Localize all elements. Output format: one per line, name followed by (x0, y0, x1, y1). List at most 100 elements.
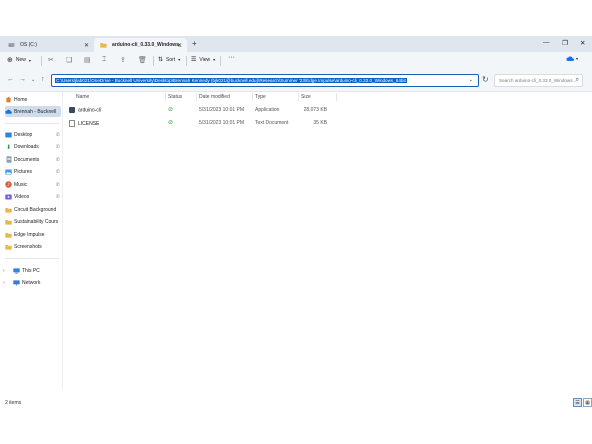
minimize-icon[interactable]: — (543, 39, 550, 46)
sidebar-item-screenshots[interactable]: Screenshots (5, 242, 61, 253)
sidebar-item-this-pc[interactable]: This PC (13, 265, 61, 276)
sort-button[interactable]: ⇅ Sort ▾ (158, 56, 181, 64)
cut-icon[interactable]: ✂ (48, 56, 54, 64)
paste-icon[interactable]: ▤ (84, 56, 91, 64)
pin-icon[interactable]: ✆ (56, 182, 60, 188)
sort-icon: ⇅ (158, 57, 164, 63)
address-bar[interactable]: C:\Users\jlab021\OneDrive - Bucknell Uni… (51, 74, 479, 87)
sidebar-item-home[interactable]: Home (5, 94, 61, 105)
refresh-icon[interactable]: ↻ (482, 75, 489, 84)
folder-icon (100, 42, 107, 48)
sidebar-item-desktop[interactable]: Desktop ✆ (5, 129, 61, 140)
close-window-icon[interactable]: ✕ (580, 39, 585, 47)
chevron-down-icon: ▾ (28, 57, 31, 63)
tab-os-drive[interactable]: OS (C:) ✕ (2, 38, 94, 53)
sidebar-item-label: Edge Impulse (14, 231, 45, 238)
column-divider[interactable] (165, 93, 166, 101)
synced-status-icon: ⊘ (168, 119, 174, 126)
pin-icon[interactable]: ✆ (56, 157, 60, 163)
file-size: 28,073 KB (303, 107, 327, 113)
forward-arrow-icon[interactable]: → (19, 76, 26, 83)
onedrive-button[interactable]: ▾ (566, 56, 578, 61)
sidebar-item-videos[interactable]: Videos ✆ (5, 192, 61, 203)
title-bar: OS (C:) ✕ arduino-cli_0.33.0_Windows_64b… (0, 36, 592, 52)
chevron-down-icon: ▾ (576, 56, 579, 61)
maximize-icon[interactable]: ❐ (562, 39, 568, 47)
plus-circle-icon: ⊕ (7, 57, 13, 64)
close-tab-icon[interactable]: ✕ (84, 42, 89, 49)
view-label: View (199, 56, 211, 63)
chevron-down-icon: ▾ (178, 57, 181, 62)
sidebar-item-label: Screenshots (14, 244, 42, 250)
new-label: New (15, 57, 26, 63)
search-placeholder: Search arduino-cli_0.33.0_Windows... (499, 78, 577, 83)
search-input[interactable]: Search arduino-cli_0.33.0_Windows... ⌕ (494, 74, 583, 87)
svg-text:♪: ♪ (7, 182, 10, 188)
sidebar-item-circuit-background[interactable]: Circuit Background (5, 204, 61, 215)
column-header-name[interactable]: Name (76, 94, 89, 100)
address-path-text[interactable]: C:\Users\jlab021\OneDrive - Bucknell Uni… (55, 78, 407, 83)
recent-locations-chevron-icon[interactable]: ⌄ (31, 77, 35, 83)
up-arrow-icon[interactable]: ↑ (41, 76, 45, 83)
column-divider[interactable] (196, 93, 197, 101)
expand-chevron-icon[interactable]: › (3, 268, 5, 274)
rename-icon[interactable]: ⌶ (102, 56, 106, 64)
file-type: Text Document (255, 119, 289, 126)
back-arrow-icon[interactable]: ← (7, 76, 14, 83)
sidebar-item-documents[interactable]: Documents ✆ (5, 154, 61, 165)
chevron-down-icon: ▾ (213, 57, 216, 62)
sidebar-item-edge-impulse[interactable]: Edge Impulse (5, 229, 61, 240)
details-view-button[interactable]: ☰ (573, 398, 582, 407)
sidebar-item-network[interactable]: Network (13, 278, 61, 289)
sidebar-item-music[interactable]: ♪ Music ✆ (5, 179, 61, 190)
view-button[interactable]: ☰ View ▾ (191, 56, 216, 64)
sidebar-item-sustainability[interactable]: Sustainability Cours (5, 217, 61, 228)
sidebar-item-onedrive[interactable]: Brennah - Bucknell (5, 106, 61, 117)
file-name-cell[interactable]: LICENSE (69, 119, 100, 127)
tab-arduino-folder[interactable]: arduino-cli_0.33.0_Windows_64bit ✕ (94, 37, 187, 52)
sidebar-item-downloads[interactable]: ⬇ Downloads ✆ (5, 142, 61, 153)
new-tab-icon[interactable]: + (192, 39, 197, 48)
pin-icon[interactable]: ✆ (56, 132, 60, 138)
folder-icon (5, 206, 12, 213)
pin-icon[interactable]: ✆ (56, 169, 60, 175)
file-name-cell[interactable]: arduino-cli (69, 107, 101, 113)
column-header-status[interactable]: Status (168, 94, 182, 100)
column-header-type[interactable]: Type (255, 94, 266, 100)
toolbar-separator (41, 56, 42, 66)
column-divider[interactable] (298, 93, 299, 101)
column-header-size[interactable]: Size (301, 94, 311, 100)
file-name: LICENSE (78, 120, 100, 127)
sidebar-divider (5, 258, 59, 259)
status-bar: 2 items ☰ ▦ (0, 396, 592, 410)
new-button[interactable]: ⊕ New ▾ (7, 56, 31, 64)
pin-icon[interactable]: ✆ (56, 144, 60, 150)
delete-icon[interactable]: 🗑 (138, 56, 147, 64)
desktop-icon (5, 131, 12, 138)
expand-chevron-icon[interactable]: › (3, 280, 5, 286)
item-count: 2 items (5, 400, 22, 406)
more-options-button[interactable]: ··· (228, 54, 235, 61)
tiles-view-button[interactable]: ▦ (583, 398, 592, 407)
column-divider[interactable] (252, 93, 253, 101)
sidebar-item-label: Home (14, 96, 28, 103)
address-row: ← → ⌄ ↑ C:\Users\jlab021\OneDrive - Buck… (0, 70, 592, 92)
sidebar-item-pictures[interactable]: Pictures ✆ (5, 167, 61, 178)
sidebar-item-label: Music (14, 181, 28, 188)
search-icon: ⌕ (575, 77, 579, 83)
share-icon[interactable]: ⇪ (120, 56, 126, 64)
copy-icon[interactable]: ❏ (66, 56, 72, 64)
close-tab-icon[interactable]: ✕ (177, 42, 182, 49)
file-size: 35 KB (313, 119, 327, 126)
folder-icon (5, 244, 12, 251)
folder-icon (5, 219, 12, 226)
pin-icon[interactable]: ✆ (56, 194, 60, 200)
address-dropdown-icon[interactable]: ⌄ (469, 77, 473, 83)
pane-divider[interactable] (62, 92, 63, 390)
tab-title: OS (C:) (20, 41, 37, 48)
column-divider[interactable] (336, 93, 337, 101)
network-icon (13, 280, 20, 287)
video-icon (5, 194, 12, 201)
pictures-icon (5, 169, 12, 176)
column-header-date[interactable]: Date modified (199, 94, 230, 100)
